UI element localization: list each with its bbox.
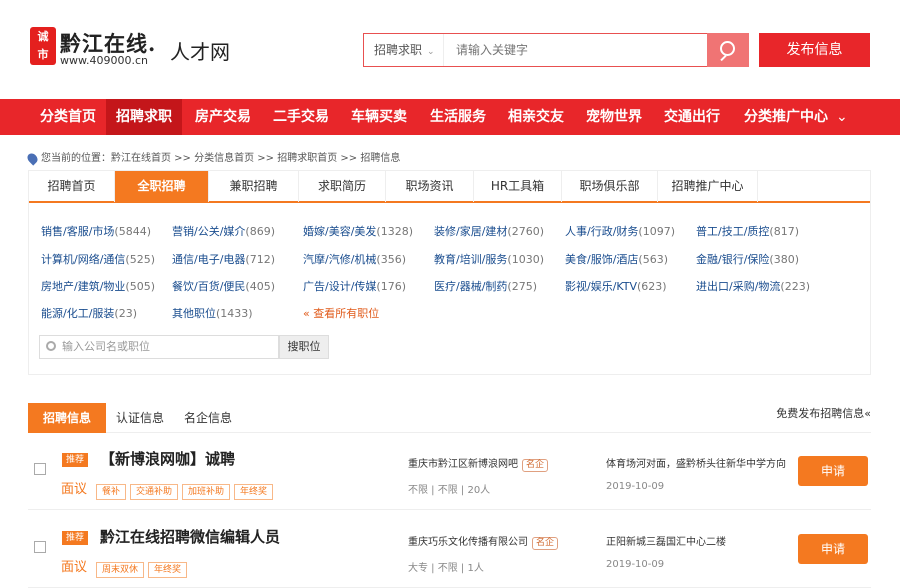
category-link[interactable]: 美食/服饰/酒店(563)	[565, 251, 668, 267]
tab-recruit-info[interactable]: 招聘信息	[28, 403, 106, 433]
category-panel: 招聘首页 全职招聘 兼职招聘 求职简历 职场资讯 HR工具箱 职场俱乐部 招聘推…	[28, 170, 871, 375]
search-bar: 招聘求职 ⌄	[363, 33, 709, 67]
location-pin-icon	[25, 150, 40, 166]
nav-item-promo-center[interactable]: 分类推广中心 ⌄	[734, 99, 858, 135]
category-link[interactable]: 计算机/网络/通信(525)	[41, 251, 155, 267]
search-type-select[interactable]: 招聘求职 ⌄	[364, 34, 444, 66]
view-all-jobs-link[interactable]: « 查看所有职位	[303, 305, 379, 321]
logo-url: www.409000.cn	[60, 54, 148, 67]
tab-career-club[interactable]: 职场俱乐部	[562, 171, 658, 202]
category-link[interactable]: 其他职位(1433)	[172, 305, 253, 321]
logo-subtitle: 人才网	[170, 40, 230, 64]
breadcrumb: 您当前的位置：黔江在线首页 >> 分类信息首页 >> 招聘求职首页 >> 招聘信…	[25, 149, 400, 166]
recommend-badge: 推荐	[62, 531, 89, 545]
category-link[interactable]: 普工/技工/质控(817)	[696, 223, 799, 239]
job-row: 推荐 黔江在线招聘微信编辑人员 面议 周末双休 年终奖 重庆巧乐文化传播有限公司名…	[28, 516, 871, 588]
nav-item-promo-label: 分类推广中心	[744, 109, 828, 125]
search-icon	[46, 341, 56, 351]
breadcrumb-text[interactable]: 您当前的位置：黔江在线首页 >> 分类信息首页 >> 招聘求职首页 >> 招聘信…	[41, 153, 400, 164]
job-search-placeholder: 输入公司名或职位	[62, 340, 150, 353]
job-search-button[interactable]: 搜职位	[279, 335, 329, 359]
apply-button[interactable]: 申请	[798, 534, 868, 564]
tab-verified-info[interactable]: 认证信息	[106, 403, 174, 433]
famous-company-badge: 名企	[522, 459, 549, 472]
tab-resumes[interactable]: 求职简历	[299, 171, 386, 202]
apply-button[interactable]: 申请	[798, 456, 868, 486]
perk-tag: 交通补助	[130, 484, 179, 500]
nav-item-life-services[interactable]: 生活服务	[420, 99, 496, 135]
job-address: 正阳新城三磊国汇中心二楼	[606, 537, 726, 548]
nav-item-secondhand[interactable]: 二手交易	[263, 99, 339, 135]
category-link[interactable]: 进出口/采购/物流(223)	[696, 278, 810, 294]
search-input[interactable]	[456, 34, 696, 66]
category-link[interactable]: 装修/家居/建材(2760)	[434, 223, 544, 239]
tab-full-time[interactable]: 全职招聘	[115, 171, 209, 202]
job-row: 推荐 【新博浪网咖】诚聘 面议 餐补 交通补助 加班补助 年终奖 重庆市黔江区新博浪网…	[28, 438, 871, 510]
category-link[interactable]: 教育/培训/服务(1030)	[434, 251, 544, 267]
job-checkbox[interactable]	[34, 541, 46, 553]
job-address: 体育场河对面，盛黔桥头往新华中学方向	[606, 459, 786, 470]
nav-item-category-home[interactable]: 分类首页	[30, 99, 106, 135]
job-search-input[interactable]: 输入公司名或职位	[39, 335, 279, 359]
nav-item-dating[interactable]: 相亲交友	[498, 99, 574, 135]
category-link[interactable]: 影视/娱乐/KTV(623)	[565, 278, 667, 294]
category-link[interactable]: 通信/电子/电器(712)	[172, 251, 275, 267]
tab-famous-companies[interactable]: 名企信息	[174, 403, 242, 433]
job-date: 2019-10-09	[606, 481, 665, 492]
nav-item-property[interactable]: 房产交易	[185, 99, 261, 135]
nav-item-pets[interactable]: 宠物世界	[576, 99, 652, 135]
search-type-label: 招聘求职	[374, 43, 423, 57]
category-link[interactable]: 人事/行政/财务(1097)	[565, 223, 675, 239]
job-tabs: 招聘首页 全职招聘 兼职招聘 求职简历 职场资讯 HR工具箱 职场俱乐部 招聘推…	[29, 171, 870, 203]
site-header: 诚 市 黔江在线. www.409000.cn 人才网 招聘求职⌄ 发布信息	[0, 0, 900, 98]
tab-part-time[interactable]: 兼职招聘	[209, 171, 299, 202]
job-salary: 面议	[61, 482, 88, 497]
job-perks: 周末双休 年终奖	[96, 557, 191, 578]
recommend-badge: 推荐	[62, 453, 89, 467]
perk-tag: 周末双休	[96, 562, 145, 578]
job-date: 2019-10-09	[606, 559, 665, 570]
perk-tag: 餐补	[96, 484, 127, 500]
category-link[interactable]: 营销/公关/媒介(869)	[172, 223, 275, 239]
company-name[interactable]: 重庆巧乐文化传播有限公司 名企	[408, 533, 559, 550]
search-button[interactable]	[707, 33, 749, 67]
job-checkbox[interactable]	[34, 463, 46, 475]
company-name[interactable]: 重庆市黔江区新博浪网吧 名企	[408, 455, 549, 472]
perk-tag: 年终奖	[148, 562, 188, 578]
category-link[interactable]: 医疗/器械/制药(275)	[434, 278, 537, 294]
job-requirements: 不限 | 不限 | 20人	[408, 485, 491, 496]
category-link[interactable]: 销售/客服/市场(5844)	[41, 223, 151, 239]
logo-mark[interactable]: 诚 市	[30, 27, 56, 65]
job-perks: 餐补 交通补助 加班补助 年终奖	[96, 479, 277, 500]
tab-recruit-promo[interactable]: 招聘推广中心	[658, 171, 758, 202]
nav-item-transport[interactable]: 交通出行	[654, 99, 730, 135]
chevron-down-icon: ⌄	[427, 47, 435, 57]
category-link[interactable]: 能源/化工/服装(23)	[41, 305, 137, 321]
listing-header: 招聘信息 认证信息 名企信息 免费发布招聘信息«	[28, 403, 871, 433]
perk-tag: 加班补助	[182, 484, 231, 500]
free-post-link[interactable]: 免费发布招聘信息«	[776, 403, 871, 425]
job-title[interactable]: 【新博浪网咖】诚聘	[100, 448, 235, 469]
category-link[interactable]: 房地产/建筑/物业(505)	[41, 278, 155, 294]
main-nav: 分类首页 招聘求职 房产交易 二手交易 车辆买卖 生活服务 相亲交友 宠物世界 …	[0, 99, 900, 135]
category-link[interactable]: 婚嫁/美容/美发(1328)	[303, 223, 413, 239]
category-link[interactable]: 金融/银行/保险(380)	[696, 251, 799, 267]
tab-hr-tools[interactable]: HR工具箱	[474, 171, 562, 202]
category-link[interactable]: 餐饮/百货/便民(405)	[172, 278, 275, 294]
nav-item-vehicles[interactable]: 车辆买卖	[341, 99, 417, 135]
famous-company-badge: 名企	[532, 537, 559, 550]
job-requirements: 大专 | 不限 | 1人	[408, 563, 484, 574]
job-title[interactable]: 黔江在线招聘微信编辑人员	[100, 526, 280, 547]
category-link[interactable]: 汽摩/汽修/机械(356)	[303, 251, 406, 267]
tab-jobs-home[interactable]: 招聘首页	[29, 171, 115, 202]
chevron-down-icon: ⌄	[836, 109, 848, 125]
perk-tag: 年终奖	[234, 484, 274, 500]
post-info-button[interactable]: 发布信息	[759, 33, 870, 67]
tab-career-news[interactable]: 职场资讯	[386, 171, 474, 202]
nav-item-jobs[interactable]: 招聘求职	[106, 99, 182, 135]
category-link[interactable]: 广告/设计/传媒(176)	[303, 278, 406, 294]
job-salary: 面议	[61, 560, 88, 575]
